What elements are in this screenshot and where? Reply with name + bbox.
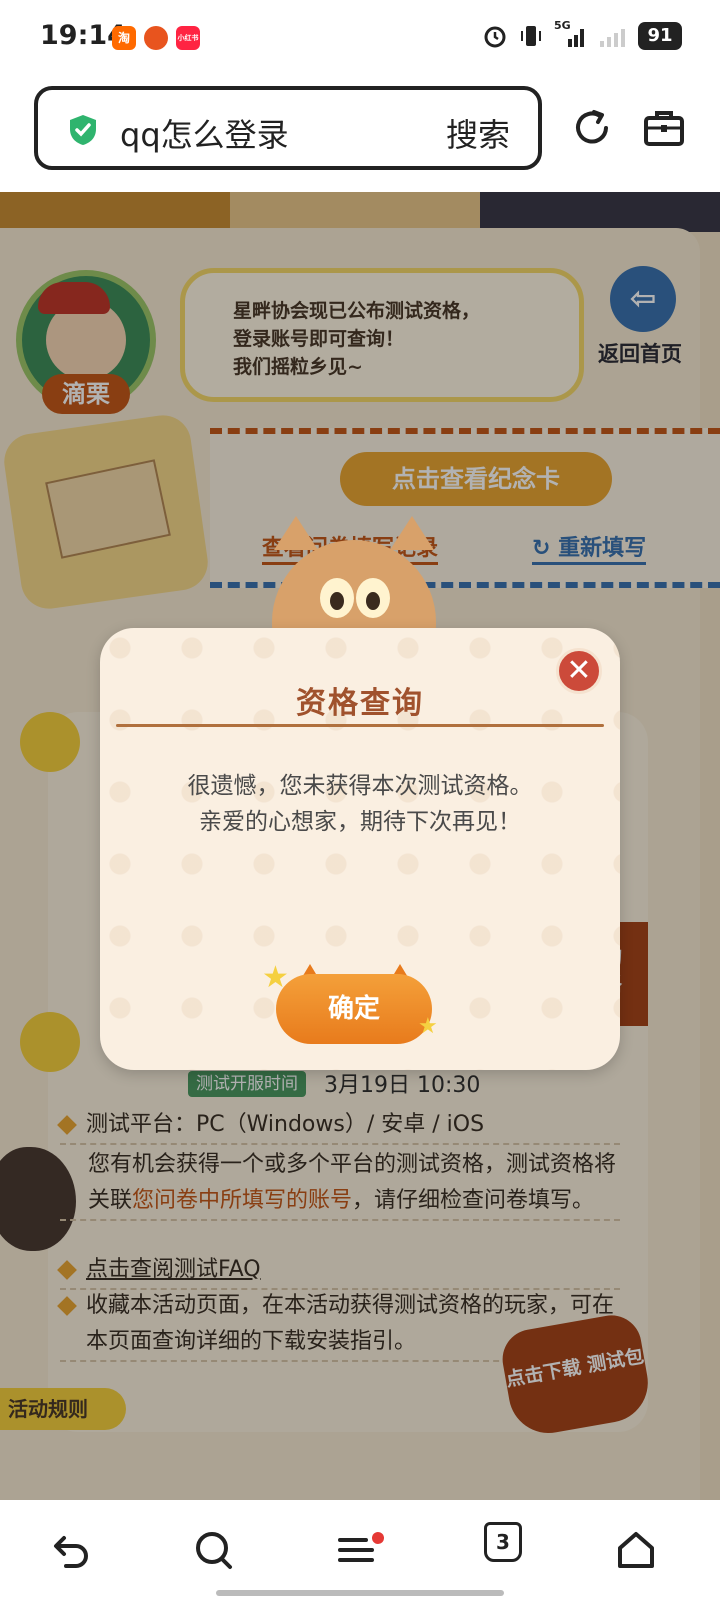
back-icon[interactable]: [50, 1528, 94, 1572]
cat-eye: [320, 578, 354, 618]
alarm-icon: [484, 26, 506, 48]
xiaohongshu-app-icon: 小红书: [176, 26, 200, 50]
bottom-nav: 3: [0, 1500, 720, 1600]
title-divider: [116, 724, 604, 727]
battery-indicator: 91: [638, 22, 682, 50]
menu-icon[interactable]: [334, 1528, 378, 1572]
qualification-dialog: 资格查询 ✕ 很遗憾，您未获得本次测试资格。 亲爱的心想家，期待下次再见！ 确定…: [100, 628, 620, 1070]
toolbox-icon[interactable]: [642, 106, 686, 150]
dialog-message: 很遗憾，您未获得本次测试资格。 亲爱的心想家，期待下次再见！: [100, 768, 620, 840]
search-button[interactable]: 搜索: [446, 110, 510, 156]
gesture-bar[interactable]: [216, 1590, 504, 1596]
cat-ear: [274, 516, 318, 550]
close-button[interactable]: ✕: [556, 648, 602, 694]
cat-pupil: [366, 592, 380, 610]
cat-pupil: [330, 592, 344, 610]
signal-5g-icon: 5G: [554, 19, 588, 49]
confirm-button[interactable]: 确定: [276, 974, 432, 1044]
signal-weak-icon: [600, 29, 625, 47]
message-line: 亲爱的心想家，期待下次再见！: [199, 809, 521, 835]
cat-ear: [390, 516, 434, 550]
search-query-text[interactable]: qq怎么登录: [120, 110, 289, 156]
status-indicators: 5G 91: [482, 19, 682, 50]
shield-check-icon: [70, 115, 96, 145]
browser-toolbar: qq怎么登录 搜索: [0, 76, 720, 192]
pumpkin-app-icon: [144, 26, 168, 50]
search-input[interactable]: qq怎么登录 搜索: [34, 86, 542, 170]
cat-eye: [356, 578, 390, 618]
status-bar: 19:14 淘 小红书 5G 91: [0, 0, 720, 76]
reload-icon[interactable]: [570, 106, 614, 150]
vibrate-icon: [521, 26, 541, 46]
message-line: 很遗憾，您未获得本次测试资格。: [187, 773, 533, 799]
tabs-count-icon[interactable]: 3: [484, 1522, 522, 1562]
taobao-app-icon: 淘: [112, 26, 136, 50]
star-icon: ★: [262, 960, 289, 995]
search-icon[interactable]: [192, 1528, 236, 1572]
notification-dot: [372, 1532, 384, 1544]
dialog-title: 资格查询: [296, 686, 424, 721]
home-icon[interactable]: [614, 1528, 658, 1572]
star-icon: ★: [418, 1014, 438, 1039]
